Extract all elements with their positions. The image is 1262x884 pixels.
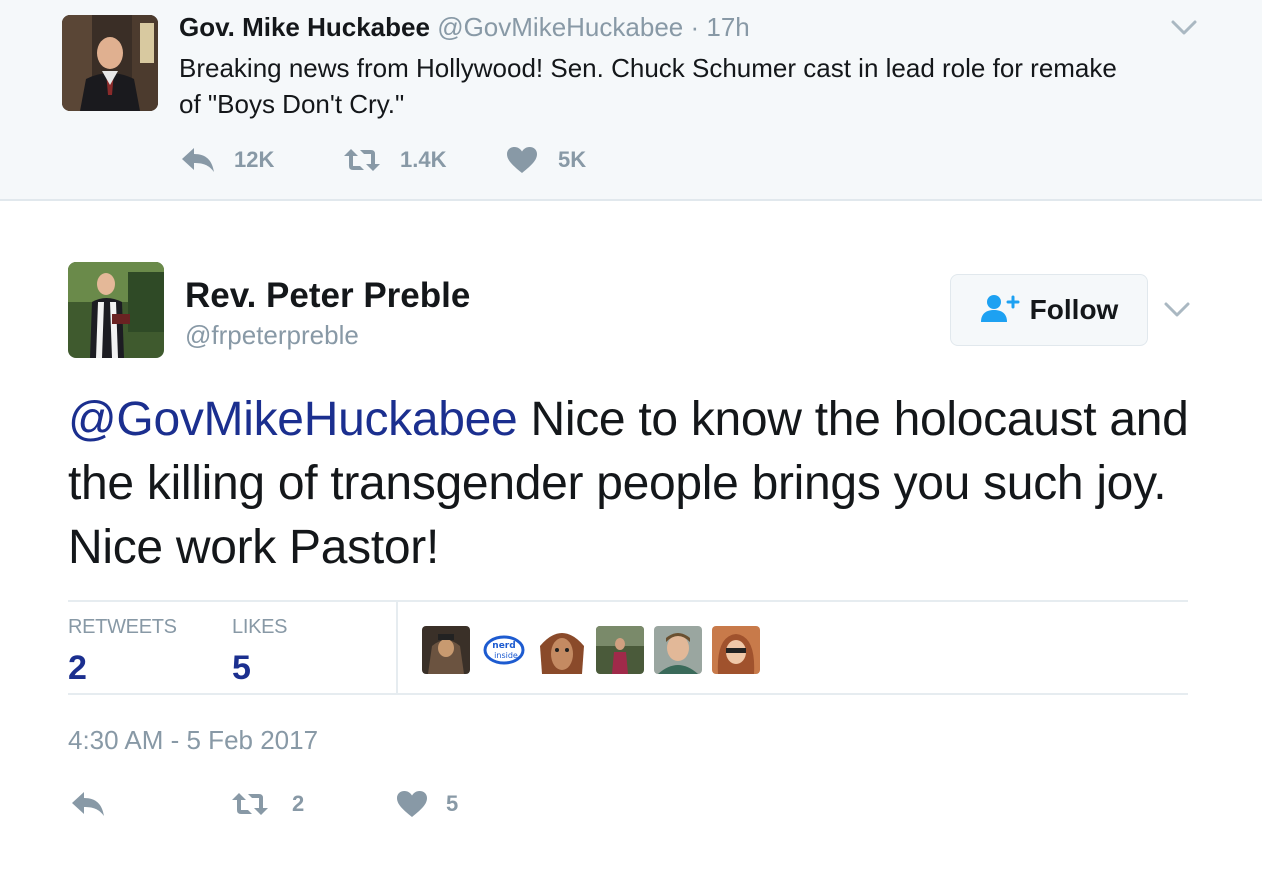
retweet-button[interactable]: 1.4K xyxy=(342,142,446,178)
likes-stat[interactable]: LIKES 5 xyxy=(232,616,288,688)
liker-avatar[interactable] xyxy=(654,626,702,674)
stats-divider xyxy=(396,602,398,695)
retweet-button[interactable]: 2 xyxy=(230,786,304,822)
reply-button[interactable] xyxy=(70,786,106,822)
chevron-down-icon[interactable] xyxy=(1163,300,1191,320)
liker-avatar[interactable] xyxy=(422,626,470,674)
tweet-time[interactable]: 17h xyxy=(706,12,749,42)
reply-icon xyxy=(180,146,216,174)
retweets-stat[interactable]: RETWEETS 2 xyxy=(68,616,177,688)
retweets-label: RETWEETS xyxy=(68,616,177,638)
tweet-text: Breaking news from Hollywood! Sen. Chuck… xyxy=(179,53,1117,119)
follow-label: Follow xyxy=(1029,294,1119,325)
huckabee-avatar[interactable] xyxy=(62,15,158,111)
follow-button[interactable]: Follow xyxy=(950,274,1148,346)
author-handle[interactable]: @GovMikeHuckabee xyxy=(437,12,683,42)
heart-icon xyxy=(396,790,428,818)
like-button[interactable]: 5K xyxy=(506,142,586,178)
chevron-down-icon[interactable] xyxy=(1170,18,1198,38)
retweet-icon xyxy=(230,790,270,818)
tweet-text: @GovMikeHuckabee Nice to know the holoca… xyxy=(68,388,1208,580)
retweet-count: 1.4K xyxy=(400,147,447,172)
reply-count: 12K xyxy=(234,147,275,172)
svg-text:nerd: nerd xyxy=(492,641,515,651)
add-user-icon xyxy=(980,293,1020,328)
svg-text:inside: inside xyxy=(494,651,518,660)
mention-link[interactable]: @GovMikeHuckabee xyxy=(68,393,518,446)
reply-button[interactable]: 12K xyxy=(180,142,274,178)
liker-avatar[interactable] xyxy=(538,626,586,674)
parent-tweet-header: Gov. Mike Huckabee @GovMikeHuckabee · 17… xyxy=(179,12,750,43)
liker-avatar[interactable] xyxy=(712,626,760,674)
like-count: 5K xyxy=(558,147,587,172)
reply-icon xyxy=(70,790,106,818)
likes-value: 5 xyxy=(232,649,251,687)
preble-avatar[interactable] xyxy=(68,262,164,358)
author-name[interactable]: Gov. Mike Huckabee xyxy=(179,12,430,42)
parent-tweet[interactable]: Gov. Mike Huckabee @GovMikeHuckabee · 17… xyxy=(0,0,1262,201)
liker-avatar[interactable] xyxy=(596,626,644,674)
tweet-stats: RETWEETS 2 LIKES 5 nerd inside xyxy=(68,600,1188,695)
like-button[interactable]: 5 xyxy=(396,786,458,822)
tweet-timestamp[interactable]: 4:30 AM - 5 Feb 2017 xyxy=(68,725,318,756)
retweet-icon xyxy=(342,146,382,174)
heart-icon xyxy=(506,146,538,174)
author-handle[interactable]: @frpeterpreble xyxy=(185,320,359,351)
retweet-count: 2 xyxy=(292,791,305,816)
likes-label: LIKES xyxy=(232,616,288,638)
separator-dot: · xyxy=(690,12,700,42)
retweets-value: 2 xyxy=(68,649,87,687)
like-count: 5 xyxy=(446,791,459,816)
liker-avatar[interactable]: nerd inside xyxy=(480,626,528,674)
author-name[interactable]: Rev. Peter Preble xyxy=(185,276,470,316)
